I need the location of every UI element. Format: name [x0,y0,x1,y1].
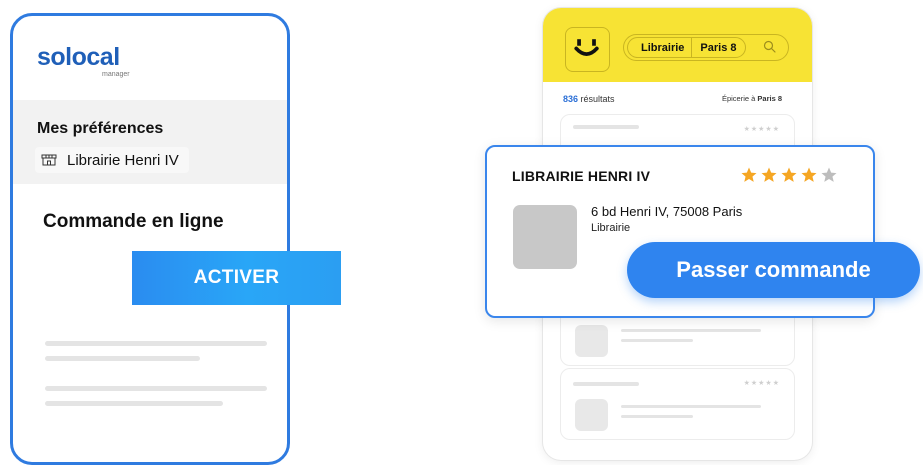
smile-logo-icon[interactable] [565,27,610,72]
star-icon [821,167,837,182]
activate-button[interactable]: ACTIVER [132,251,341,305]
search-where-chip[interactable]: Paris 8 [691,37,746,58]
placeholder-line [621,329,761,332]
filter-place: Paris 8 [757,94,782,103]
placeholder-line [573,125,639,129]
search-what-chip[interactable]: Librairie [627,37,692,58]
results-filter[interactable]: Épicerie à Paris 8 [722,94,782,103]
preferred-store-name: Librairie Henri IV [67,151,179,169]
result-thumbnail [575,399,608,431]
rating-stars-placeholder: ★★★★★ [743,126,780,133]
preferences-section: Mes préférences Librairie Henri IV [13,100,287,184]
preferences-title: Mes préférences [37,120,164,137]
results-number: 836 [563,94,579,104]
rating-stars-placeholder: ★★★★★ [743,380,780,387]
filter-label: Épicerie à [721,94,756,103]
business-name: LIBRAIRIE HENRI IV [512,168,651,184]
place-order-button[interactable]: Passer commande [627,242,920,298]
star-icon [801,167,817,182]
result-thumbnail [575,325,608,357]
placeholder-line [45,401,223,406]
solocal-logo: solocal manager [37,43,130,78]
result-card[interactable]: ★★★★★ [560,368,795,440]
business-thumbnail [513,205,577,269]
star-icon [741,167,757,182]
logo-subtext: manager [102,71,130,78]
storefront-icon [41,154,57,166]
preferred-store-chip[interactable]: Librairie Henri IV [35,147,189,173]
results-count: 836 résultats [563,94,615,104]
results-label: résultats [580,94,615,104]
business-address: 6 bd Henri IV, 75008 Paris [591,204,743,219]
placeholder-line [621,405,761,408]
placeholder-line [45,341,267,346]
star-icon [761,167,777,182]
placeholder-line [621,415,693,418]
star-icon [781,167,797,182]
logo-text: solocal [37,43,120,71]
placeholder-line [45,386,267,391]
search-icon[interactable] [763,40,776,53]
search-bar[interactable]: Librairie Paris 8 [623,34,789,61]
online-order-title: Commande en ligne [43,211,224,232]
placeholder-line [573,382,639,386]
rating-stars [740,166,838,184]
placeholder-line [45,356,200,361]
manager-phone: solocal manager Mes préférences Librairi… [10,13,290,465]
search-header: Librairie Paris 8 [543,8,812,82]
placeholder-line [621,339,693,342]
business-category: Librairie [591,222,631,234]
